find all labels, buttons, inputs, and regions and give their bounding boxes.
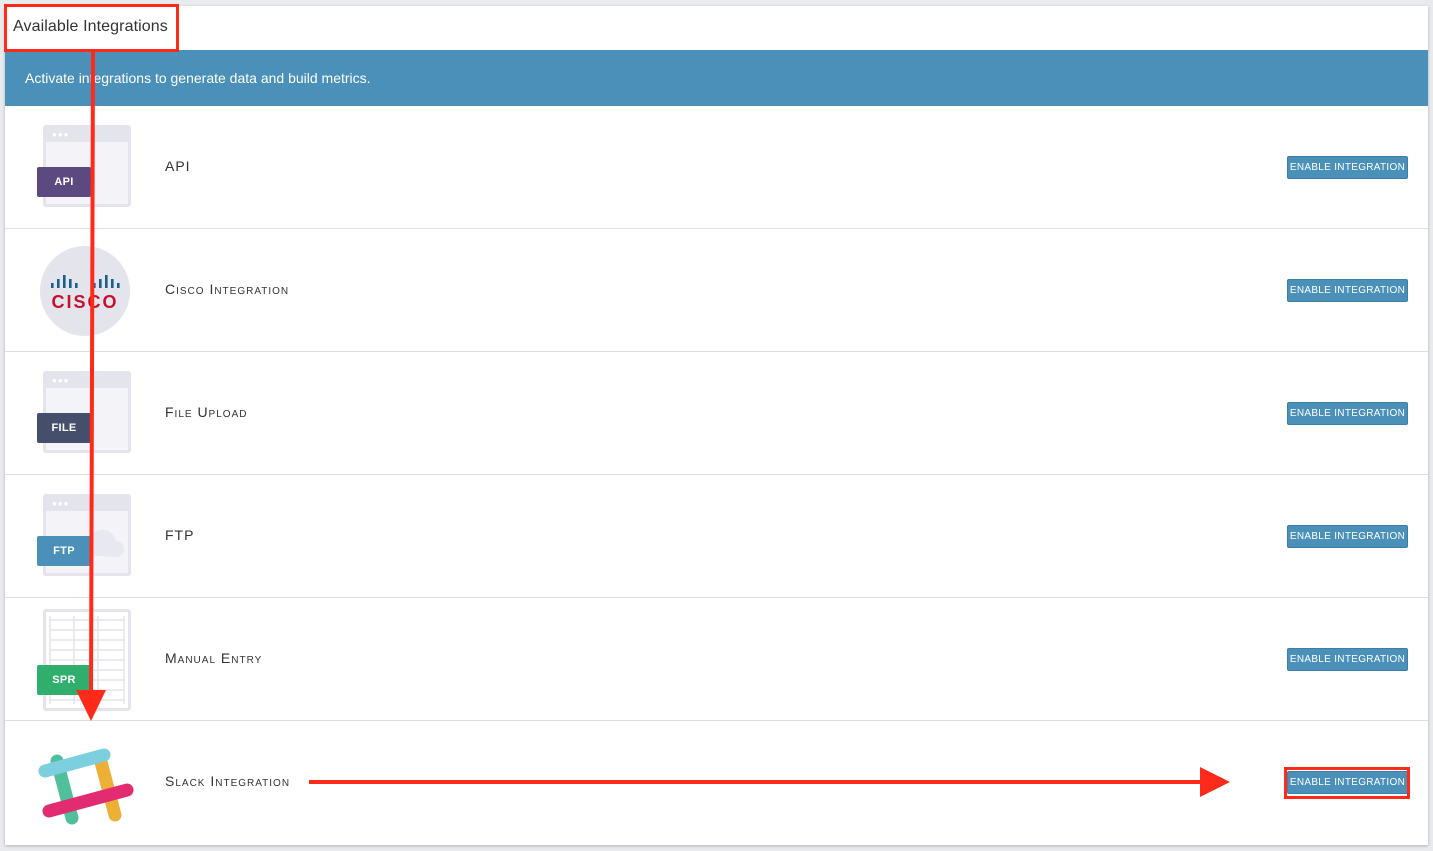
integration-name: API bbox=[165, 158, 191, 174]
banner-text: Activate integrations to generate data a… bbox=[25, 70, 371, 86]
integration-name: Cisco Integration bbox=[165, 281, 290, 297]
spr-tag: SPR bbox=[37, 665, 91, 695]
integration-row-file-upload: ●●● FILE File Upload ENABLE INTEGRATION bbox=[5, 352, 1428, 475]
enable-integration-button[interactable]: ENABLE INTEGRATION bbox=[1287, 279, 1408, 302]
integrations-card: Available Integrations Activate integrat… bbox=[5, 6, 1428, 845]
api-tag: API bbox=[37, 167, 91, 197]
svg-text:CISCO: CISCO bbox=[51, 292, 118, 312]
enable-integration-button[interactable]: ENABLE INTEGRATION bbox=[1287, 156, 1408, 179]
enable-integration-button[interactable]: ENABLE INTEGRATION bbox=[1287, 771, 1408, 794]
card-header: Available Integrations bbox=[5, 6, 1428, 50]
integration-name: FTP bbox=[165, 527, 195, 543]
api-icon: ●●● API bbox=[37, 123, 137, 213]
integration-row-api: ●●● API API ENABLE INTEGRATION bbox=[5, 106, 1428, 229]
integration-name: File Upload bbox=[165, 404, 248, 420]
integration-row-cisco: CISCO Cisco Integration ENABLE INTEGRATI… bbox=[5, 229, 1428, 352]
file-tag: FILE bbox=[37, 413, 91, 443]
ftp-icon: ●●● FTP bbox=[37, 492, 137, 582]
integration-name: Manual Entry bbox=[165, 650, 263, 666]
slack-logo-icon bbox=[37, 738, 137, 828]
enable-integration-button[interactable]: ENABLE INTEGRATION bbox=[1287, 648, 1408, 671]
integration-name: Slack Integration bbox=[165, 773, 291, 789]
integration-row-slack: Slack Integration ENABLE INTEGRATION bbox=[5, 721, 1428, 844]
cisco-logo-icon: CISCO bbox=[37, 246, 137, 336]
enable-integration-button[interactable]: ENABLE INTEGRATION bbox=[1287, 402, 1408, 425]
integration-row-manual-entry: SPR Manual Entry ENABLE INTEGRATION bbox=[5, 598, 1428, 721]
enable-integration-button[interactable]: ENABLE INTEGRATION bbox=[1287, 525, 1408, 548]
page-title: Available Integrations bbox=[13, 18, 168, 35]
info-banner: Activate integrations to generate data a… bbox=[5, 50, 1428, 106]
integration-row-ftp: ●●● FTP FTP ENABLE INTEGRATION bbox=[5, 475, 1428, 598]
ftp-tag: FTP bbox=[37, 536, 91, 566]
spreadsheet-icon: SPR bbox=[37, 609, 137, 711]
file-upload-icon: ●●● FILE bbox=[37, 369, 137, 459]
